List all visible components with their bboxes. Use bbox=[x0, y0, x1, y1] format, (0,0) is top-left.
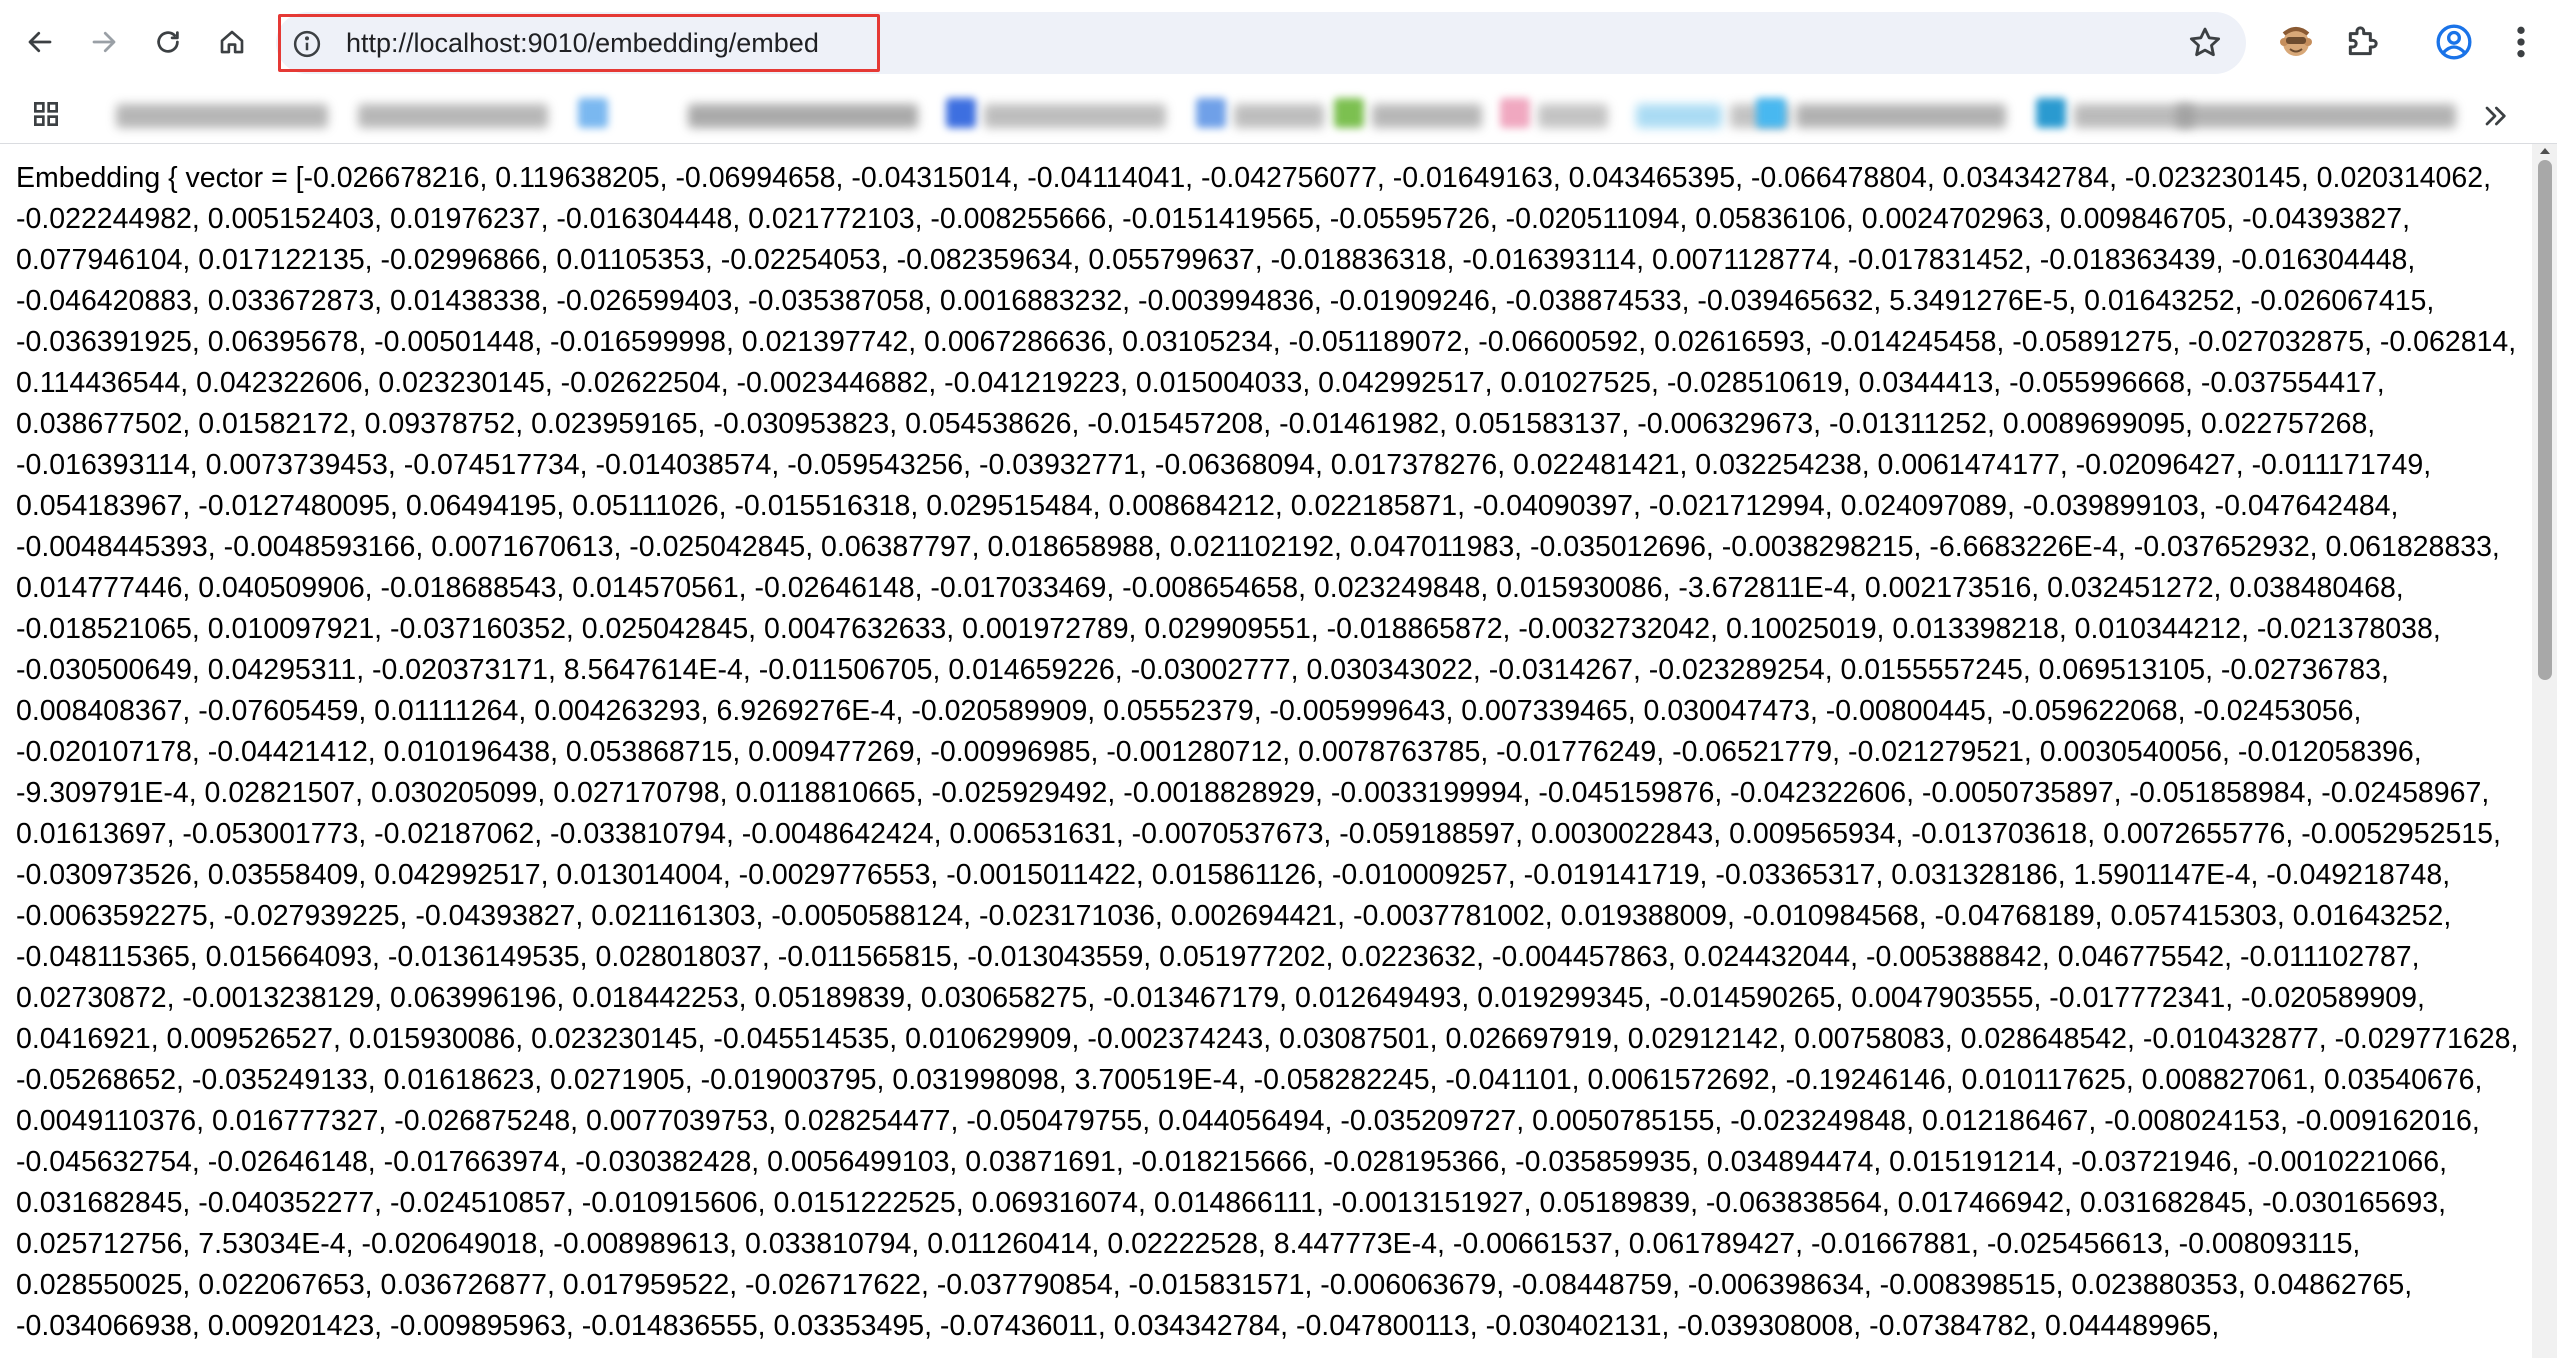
bookmarks-bar bbox=[0, 86, 2557, 144]
info-icon[interactable] bbox=[292, 29, 322, 59]
blurred-bookmark-favicon bbox=[1500, 98, 1530, 128]
profile-icon[interactable] bbox=[2434, 22, 2474, 62]
back-button[interactable] bbox=[18, 20, 62, 64]
blurred-bookmark-favicon bbox=[578, 98, 608, 128]
page-content: Embedding { vector = [-0.026678216, 0.11… bbox=[0, 144, 2532, 1358]
kebab-menu-icon[interactable] bbox=[2506, 22, 2536, 62]
blurred-bookmark[interactable] bbox=[358, 104, 548, 128]
forward-button[interactable] bbox=[82, 20, 126, 64]
blurred-bookmark-favicon bbox=[946, 98, 976, 128]
browser-toolbar: http://localhost:9010/embedding/embed bbox=[0, 0, 2557, 86]
blurred-bookmark-favicon bbox=[1756, 98, 1786, 128]
embedding-output-text: Embedding { vector = [-0.026678216, 0.11… bbox=[16, 162, 2519, 1342]
home-icon bbox=[220, 30, 244, 54]
puzzle-icon[interactable] bbox=[2342, 22, 2382, 62]
back-arrow-icon bbox=[28, 31, 52, 53]
apps-grid-icon[interactable] bbox=[30, 98, 62, 130]
blurred-bookmark[interactable] bbox=[2176, 104, 2456, 128]
blurred-bookmark[interactable] bbox=[1538, 104, 1608, 128]
forward-arrow-icon bbox=[92, 31, 116, 53]
blurred-bookmark[interactable] bbox=[1234, 104, 1324, 128]
url-text[interactable]: http://localhost:9010/embedding/embed bbox=[346, 23, 819, 63]
blurred-bookmark[interactable] bbox=[116, 104, 328, 128]
blurred-bookmark-favicon bbox=[1196, 98, 1226, 128]
vertical-scrollbar-thumb[interactable] bbox=[2538, 160, 2552, 680]
star-icon[interactable] bbox=[2186, 24, 2224, 62]
reload-icon bbox=[157, 31, 179, 53]
blurred-bookmark[interactable] bbox=[688, 104, 918, 128]
blurred-bookmark-favicon bbox=[1334, 98, 1364, 128]
blurred-bookmark[interactable] bbox=[984, 104, 1166, 128]
blurred-bookmark-favicon bbox=[2036, 98, 2066, 128]
blurred-bookmark[interactable] bbox=[1372, 104, 1482, 128]
blurred-bookmark[interactable] bbox=[1636, 104, 1722, 128]
home-button[interactable] bbox=[210, 20, 254, 64]
blurred-bookmark[interactable] bbox=[1796, 104, 2006, 128]
reload-button[interactable] bbox=[146, 20, 190, 64]
extension-icon[interactable] bbox=[2276, 22, 2316, 62]
chevron-double-right-icon[interactable] bbox=[2478, 100, 2512, 132]
scroll-up-arrow-icon[interactable] bbox=[2538, 146, 2552, 156]
